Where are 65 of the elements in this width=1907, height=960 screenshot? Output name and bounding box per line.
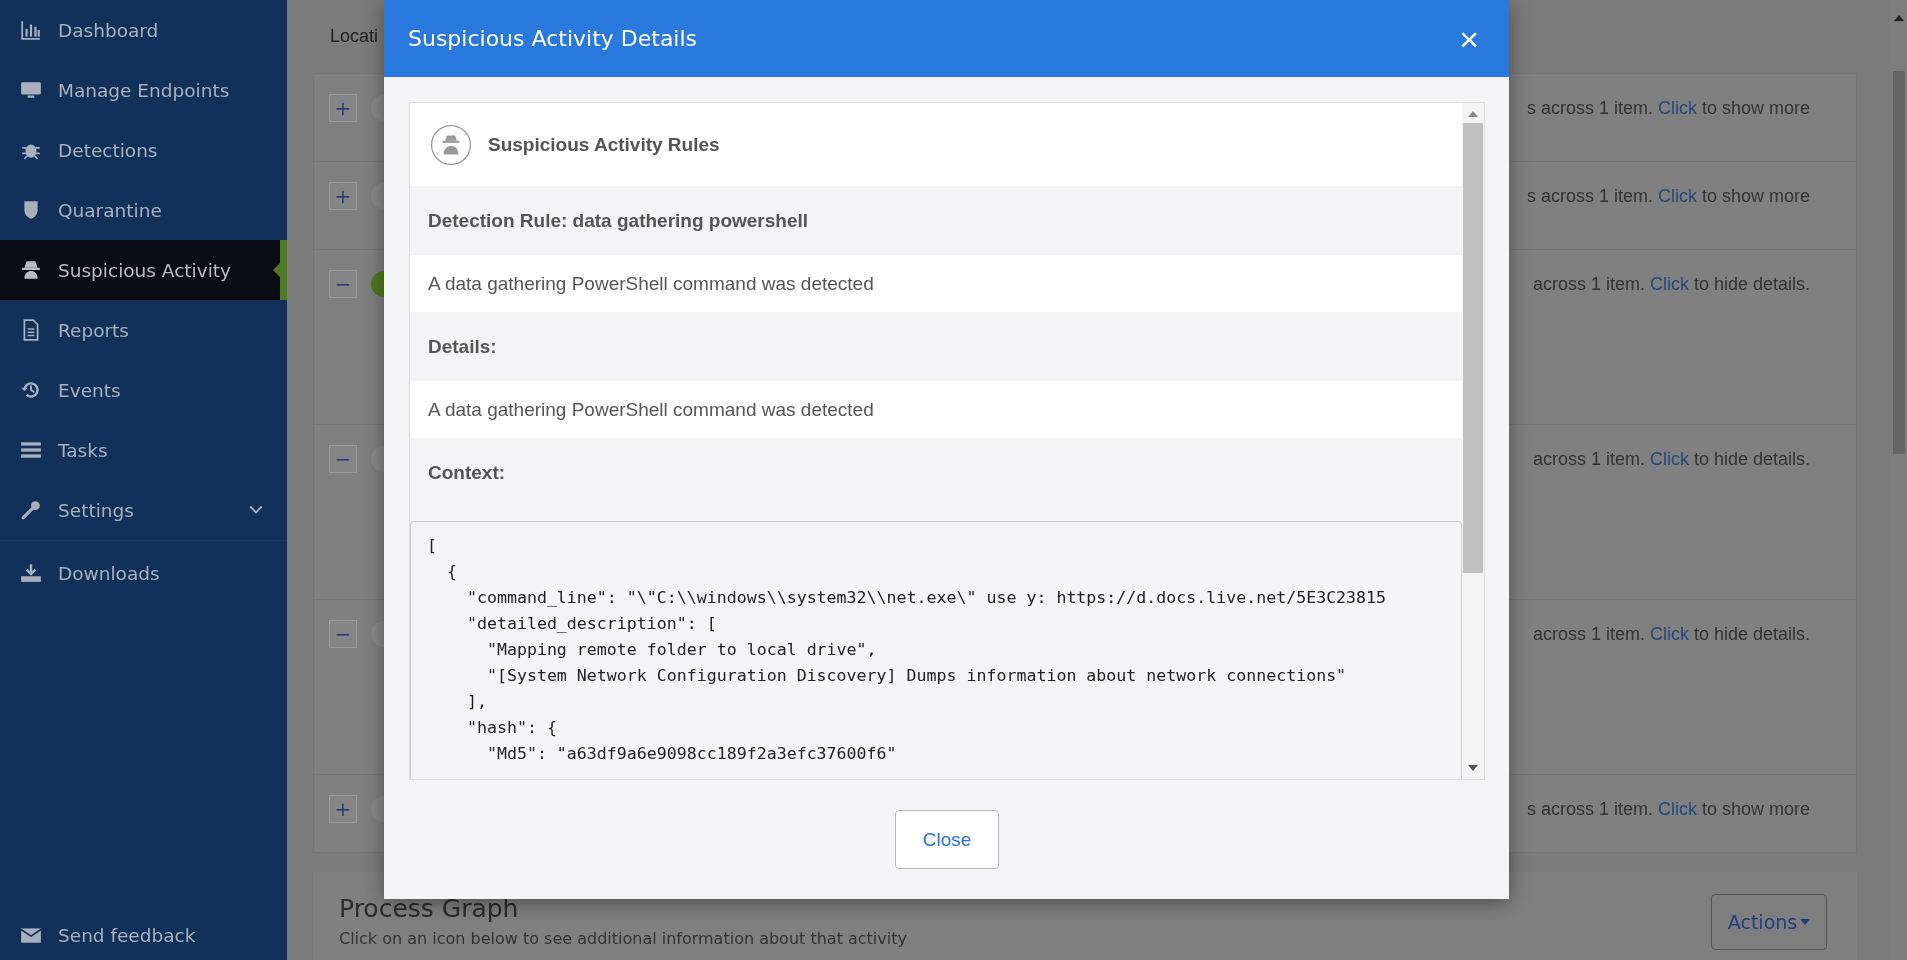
chevron-down-icon bbox=[249, 505, 263, 515]
section-subtitle: Click on an icon below to see additional information about that activity bbox=[339, 929, 907, 948]
code-line: "detailed_description": [ bbox=[465, 613, 718, 635]
bar-chart-icon bbox=[20, 19, 42, 41]
nav-item[interactable]: Suspicious Activity bbox=[0, 240, 287, 300]
code-line: "hash": { bbox=[465, 717, 558, 739]
row-summary: across 1 item. Click to hide details. bbox=[1532, 623, 1810, 645]
nav-item[interactable]: Manage Endpoints bbox=[0, 60, 287, 120]
nav-item[interactable]: Settings bbox=[0, 480, 287, 541]
caret-icon bbox=[1800, 919, 1811, 925]
close-button[interactable]: × bbox=[1453, 21, 1485, 56]
row-summary: across 1 item. Click to hide details. bbox=[1532, 273, 1810, 295]
nav-item[interactable]: Dashboard bbox=[0, 0, 287, 60]
nav-item[interactable]: Downloads bbox=[0, 543, 287, 603]
nav-item[interactable]: Detections bbox=[0, 120, 287, 180]
list-icon bbox=[20, 439, 42, 461]
click-link[interactable]: Click bbox=[1657, 97, 1697, 118]
expand-button[interactable]: + bbox=[329, 795, 357, 823]
spy-icon bbox=[430, 123, 472, 166]
history-icon bbox=[20, 379, 42, 401]
column-header: Locati bbox=[330, 26, 379, 47]
collapse-button[interactable]: − bbox=[329, 620, 357, 648]
section-heading: Detection Rule: data gathering powershell bbox=[428, 209, 809, 232]
expand-button[interactable]: + bbox=[329, 94, 357, 122]
row-summary: s across 1 item. Click to show more bbox=[1526, 798, 1810, 820]
code-line: "Mapping remote folder to local drive", bbox=[485, 639, 878, 661]
collapse-button[interactable]: − bbox=[329, 445, 357, 473]
description-text: A data gathering PowerShell command was detected bbox=[428, 272, 874, 295]
section-heading: Details: bbox=[428, 335, 497, 358]
actions-button[interactable]: Actions bbox=[1711, 894, 1827, 950]
spy-icon bbox=[20, 259, 42, 281]
code-line: ], bbox=[465, 691, 488, 713]
nav-item[interactable]: Quarantine bbox=[0, 180, 287, 240]
section-heading: Context: bbox=[428, 461, 506, 484]
row-summary: s across 1 item. Click to show more bbox=[1526, 185, 1810, 207]
expand-button[interactable]: + bbox=[329, 182, 357, 210]
wrench-icon bbox=[20, 499, 42, 521]
code-line: [ bbox=[427, 535, 438, 557]
monitor-icon bbox=[20, 79, 42, 101]
download-icon bbox=[20, 562, 42, 584]
nav-item[interactable]: Reports bbox=[0, 300, 287, 360]
click-link[interactable]: Click bbox=[1649, 273, 1689, 294]
description-text: A data gathering PowerShell command was detected bbox=[428, 398, 874, 421]
row-summary: s across 1 item. Click to show more bbox=[1526, 97, 1810, 119]
collapse-button[interactable]: − bbox=[329, 270, 357, 298]
panel-title: Suspicious Activity Rules bbox=[488, 133, 720, 156]
nav-item[interactable]: Events bbox=[0, 360, 287, 420]
scrollbar[interactable] bbox=[1462, 103, 1484, 779]
row-summary: across 1 item. Click to hide details. bbox=[1532, 448, 1810, 470]
close-button[interactable]: Close bbox=[895, 810, 999, 869]
click-link[interactable]: Click bbox=[1657, 185, 1697, 206]
arrow-up-icon[interactable] bbox=[1468, 111, 1478, 117]
feedback-link[interactable]: Send feedback bbox=[0, 910, 287, 960]
arrow-up-icon[interactable] bbox=[1893, 15, 1904, 21]
nav-item[interactable]: Tasks bbox=[0, 420, 287, 480]
click-link[interactable]: Click bbox=[1649, 448, 1689, 469]
code-line: { bbox=[445, 561, 458, 583]
click-link[interactable]: Click bbox=[1657, 798, 1697, 819]
arrow-down-icon[interactable] bbox=[1468, 765, 1478, 771]
code-line: "Md5": "a63df9a6e9098cc189f2a3efc37600f6" bbox=[485, 743, 898, 765]
code-line: "[System Network Configuration Discovery] Dumps information about network connections" bbox=[485, 665, 1348, 687]
dialog-title: Suspicious Activity Details bbox=[408, 26, 698, 51]
click-link[interactable]: Click bbox=[1649, 623, 1689, 644]
code-line: "command_line": "\"C:\\windows\\system32\\net.exe\" use y: https://d.docs.live.net/5E3C23815 bbox=[465, 587, 1388, 609]
section-title: Process Graph bbox=[339, 894, 520, 923]
